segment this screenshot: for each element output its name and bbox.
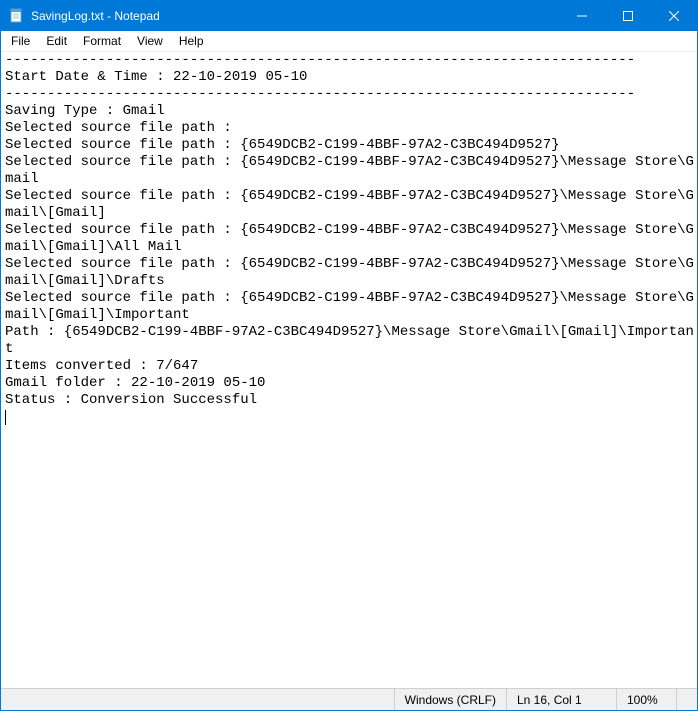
status-cursor-position: Ln 16, Col 1 xyxy=(506,689,616,710)
minimize-button[interactable] xyxy=(559,1,605,31)
text-caret xyxy=(5,410,6,425)
status-zoom: 100% xyxy=(616,689,676,710)
statusbar: Windows (CRLF) Ln 16, Col 1 100% xyxy=(1,688,697,710)
maximize-button[interactable] xyxy=(605,1,651,31)
notepad-icon xyxy=(9,8,25,24)
text-editor[interactable]: ----------------------------------------… xyxy=(1,51,697,688)
menu-edit[interactable]: Edit xyxy=(38,33,75,49)
editor-content: ----------------------------------------… xyxy=(5,52,694,408)
menu-file[interactable]: File xyxy=(3,33,38,49)
close-button[interactable] xyxy=(651,1,697,31)
menu-help[interactable]: Help xyxy=(171,33,212,49)
menu-view[interactable]: View xyxy=(129,33,171,49)
menubar: File Edit Format View Help xyxy=(1,31,697,51)
titlebar[interactable]: SavingLog.txt - Notepad xyxy=(1,1,697,31)
window-title: SavingLog.txt - Notepad xyxy=(31,9,559,23)
menu-format[interactable]: Format xyxy=(75,33,129,49)
status-encoding: Windows (CRLF) xyxy=(394,689,506,710)
status-resize-grip[interactable] xyxy=(676,689,697,710)
status-spacer xyxy=(1,689,394,710)
